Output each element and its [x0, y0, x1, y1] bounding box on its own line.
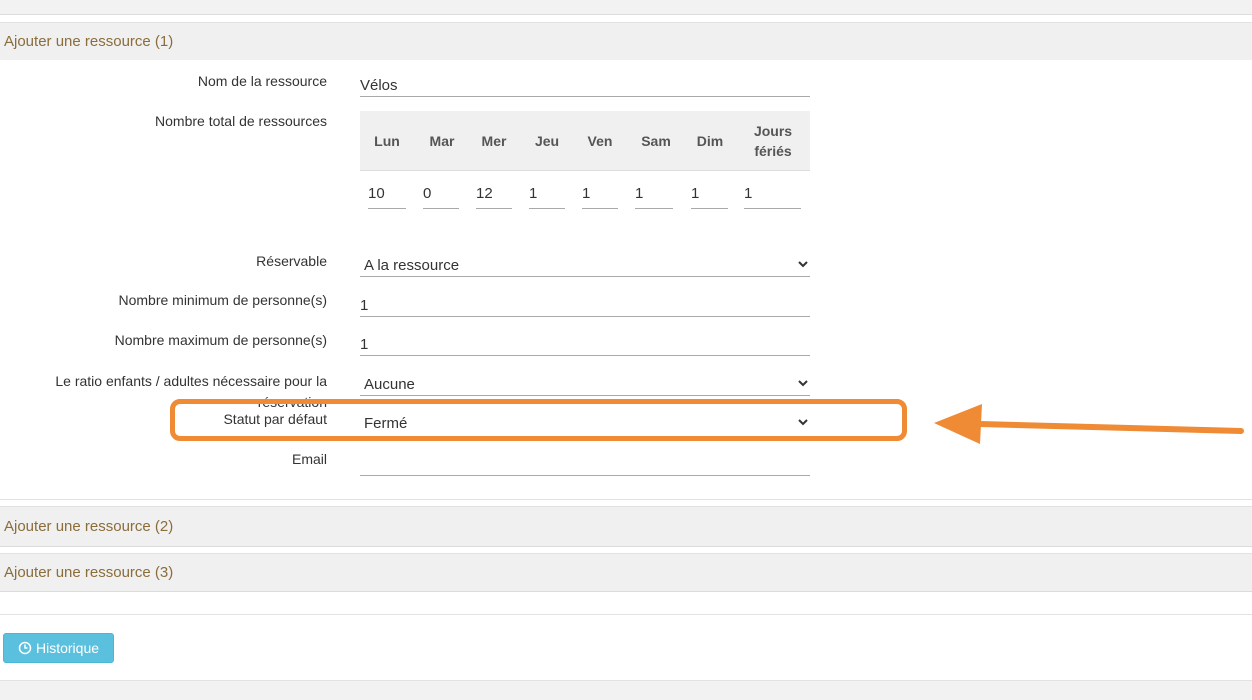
day-input-ven[interactable]: 1 [582, 183, 618, 209]
bookable-select-value: A la ressource [364, 257, 460, 274]
email-input[interactable] [360, 454, 810, 476]
day-input-jeu[interactable]: 1 [529, 183, 565, 209]
day-header-mer: Mer [481, 132, 507, 149]
section-divider [0, 614, 1252, 615]
day-input-sam[interactable]: 1 [635, 183, 673, 209]
section-header-resource-1[interactable]: Ajouter une ressource (1) [0, 22, 1252, 60]
day-input-mer[interactable]: 12 [476, 183, 512, 209]
history-button-label: Historique [35, 640, 100, 656]
day-header-jours-feries: Jours fériés [753, 122, 793, 159]
section-divider [0, 499, 1252, 500]
default-status-select[interactable]: Fermé [360, 413, 810, 435]
email-label: Email [291, 451, 327, 467]
day-input-lun[interactable]: 10 [368, 183, 406, 209]
max-persons-label: Nombre maximum de personne(s) [114, 332, 327, 348]
day-header-ven: Ven [587, 132, 613, 149]
clock-icon [18, 641, 32, 655]
day-header-sam: Sam [641, 132, 671, 149]
section-header-resource-3[interactable]: Ajouter une ressource (3) [0, 553, 1252, 592]
bookable-label: Réservable [256, 253, 327, 269]
max-persons-input[interactable]: 1 [360, 334, 810, 356]
status-select-value: Fermé [364, 415, 408, 432]
chevron-down-icon [798, 256, 808, 278]
resource-name-input[interactable]: Vélos [360, 75, 810, 97]
section-header-resource-2[interactable]: Ajouter une ressource (2) [0, 506, 1252, 547]
total-resources-label: Nombre total de ressources [155, 113, 327, 129]
weekday-header-row: Lun Mar Mer Jeu Ven Sam Dim Jours fériés [360, 111, 810, 171]
chevron-down-icon [798, 414, 808, 436]
chevron-down-icon [798, 375, 808, 397]
min-persons-label: Nombre minimum de personne(s) [118, 292, 327, 308]
day-input-dim[interactable]: 1 [691, 183, 728, 209]
day-header-mar: Mar [429, 132, 455, 149]
history-button[interactable]: Historique [3, 633, 114, 663]
ratio-select-value: Aucune [364, 376, 415, 393]
arrow-left-icon [934, 404, 1244, 444]
day-input-jours-feries[interactable]: 1 [744, 183, 801, 209]
bookable-select[interactable]: A la ressource [360, 255, 810, 277]
default-status-label: Statut par défaut [223, 411, 327, 427]
resource-name-label: Nom de la ressource [197, 73, 327, 89]
footer-bar [0, 680, 1252, 700]
child-adult-ratio-select[interactable]: Aucune [360, 374, 810, 396]
day-header-jeu: Jeu [534, 132, 560, 149]
day-header-lun: Lun [374, 132, 400, 149]
min-persons-input[interactable]: 1 [360, 295, 810, 317]
top-panel-edge [0, 0, 1252, 15]
day-header-dim: Dim [696, 132, 724, 149]
day-input-mar[interactable]: 0 [423, 183, 459, 209]
